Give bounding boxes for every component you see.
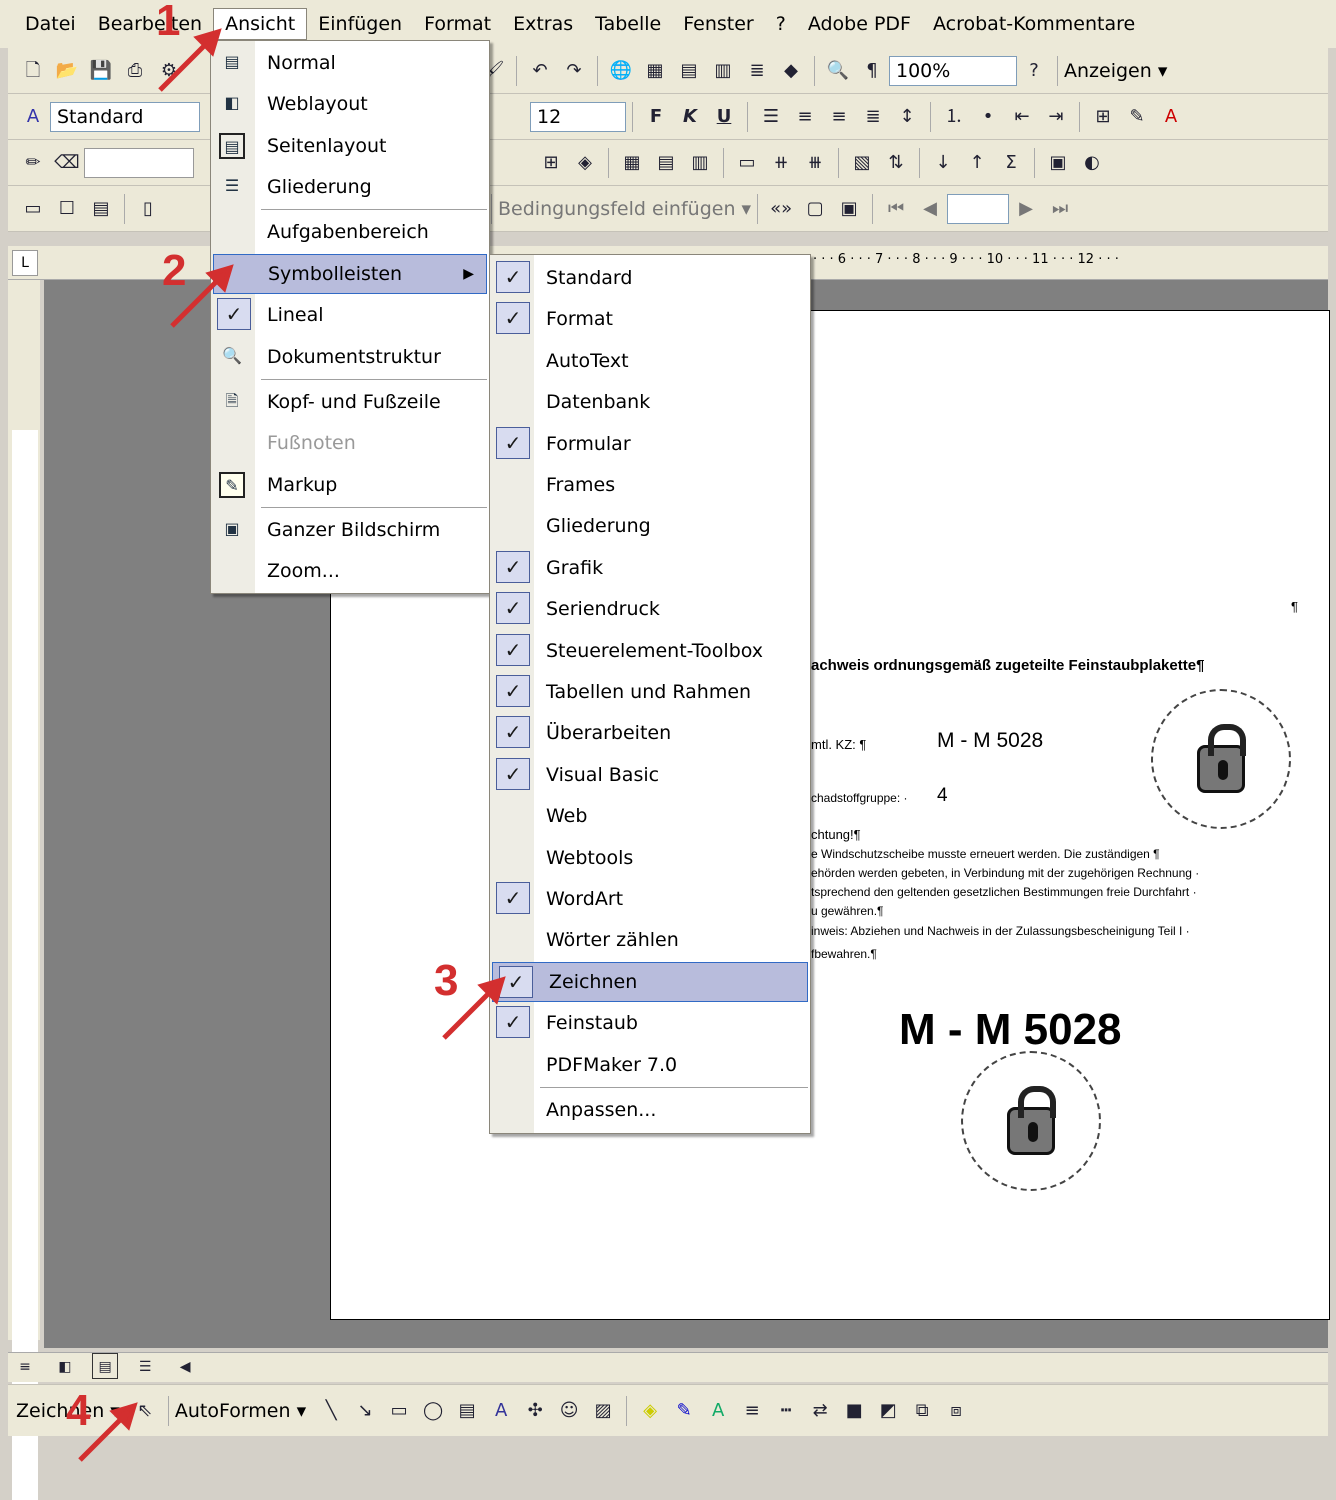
callout-arrow bbox=[442, 986, 496, 1040]
callout-arrow bbox=[78, 1412, 128, 1462]
callout-arrow bbox=[158, 38, 212, 92]
callout-arrows bbox=[78, 28, 506, 1462]
callout-arrow bbox=[170, 274, 224, 328]
